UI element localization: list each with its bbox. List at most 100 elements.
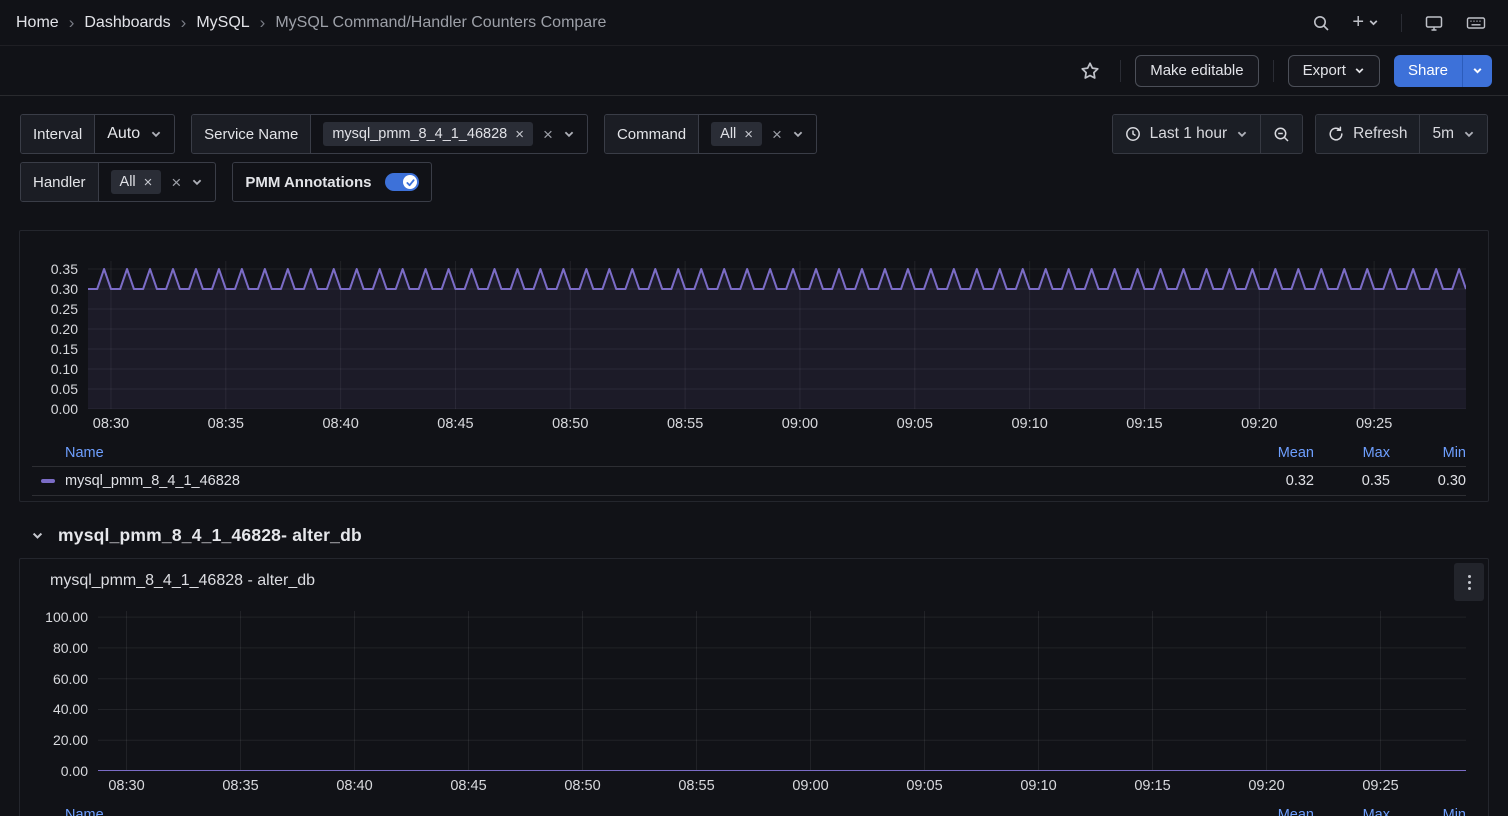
timeseries-chart: 0.350.300.250.200.150.100.050.00 08:3008…: [32, 261, 1466, 439]
interval-select[interactable]: Auto: [95, 115, 174, 153]
y-tick-label: 0.35: [51, 261, 78, 277]
x-tick-label: 09:00: [782, 416, 818, 432]
x-tick-label: 08:40: [322, 416, 358, 432]
x-tick-label: 08:45: [437, 416, 473, 432]
command-select[interactable]: All × ×: [699, 115, 816, 153]
chevron-down-icon: [792, 128, 804, 140]
remove-value-icon[interactable]: ×: [144, 175, 153, 190]
legend-header-mean[interactable]: Mean: [1238, 445, 1314, 461]
x-tick-label: 09:10: [1011, 416, 1047, 432]
x-tick-label: 09:00: [792, 778, 828, 794]
panel-menu-button[interactable]: [1454, 563, 1484, 601]
chevron-down-icon: [1368, 17, 1379, 28]
dashboard-filters: Interval Auto Service Name mysql_pmm_8_4…: [0, 96, 1508, 202]
legend-header-max[interactable]: Max: [1314, 807, 1390, 816]
legend-stat-value: 0.32: [1238, 473, 1314, 489]
panel-header: mysql_pmm_8_4_1_46828 - alter_db: [32, 559, 1466, 603]
x-tick-label: 09:20: [1241, 416, 1277, 432]
time-range-picker[interactable]: Last 1 hour: [1113, 115, 1261, 153]
x-tick-label: 08:40: [336, 778, 372, 794]
service-name-select[interactable]: mysql_pmm_8_4_1_46828 × ×: [311, 115, 587, 153]
breadcrumb-mysql[interactable]: MySQL: [196, 14, 249, 32]
x-tick-label: 08:35: [222, 778, 258, 794]
share-button[interactable]: Share: [1394, 55, 1462, 87]
breadcrumb-dashboards[interactable]: Dashboards: [84, 14, 170, 32]
y-tick-label: 0.25: [51, 301, 78, 317]
chevron-down-icon: [1354, 65, 1365, 76]
search-button[interactable]: [1306, 8, 1336, 38]
breadcrumb-current-page: MySQL Command/Handler Counters Compare: [275, 14, 606, 32]
refresh-button[interactable]: Refresh: [1316, 115, 1419, 153]
share-options-button[interactable]: [1462, 55, 1492, 87]
x-tick-label: 09:20: [1248, 778, 1284, 794]
kiosk-mode-button[interactable]: [1418, 8, 1450, 38]
timeseries-chart: 100.0080.0060.0040.0020.000.00 08:3008:3…: [32, 611, 1466, 801]
filter-service-name: Service Name mysql_pmm_8_4_1_46828 × ×: [191, 114, 588, 154]
divider: [1401, 14, 1402, 32]
legend-stat-value: 0.30: [1390, 473, 1466, 489]
y-tick-label: 0.00: [61, 763, 88, 779]
plus-icon: +: [1352, 11, 1364, 34]
x-tick-label: 09:15: [1126, 416, 1162, 432]
export-button[interactable]: Export: [1288, 55, 1380, 87]
clear-selection-icon[interactable]: ×: [171, 174, 181, 191]
legend-header-name[interactable]: Name: [65, 445, 104, 461]
legend-header-name[interactable]: Name: [65, 807, 104, 816]
keyboard-shortcuts-button[interactable]: [1460, 9, 1492, 37]
handler-select[interactable]: All × ×: [99, 163, 216, 201]
star-icon: [1080, 61, 1100, 81]
breadcrumb-home[interactable]: Home: [16, 14, 59, 32]
section-title: mysql_pmm_8_4_1_46828- alter_db: [58, 525, 362, 546]
filter-command: Command All × ×: [604, 114, 817, 154]
y-tick-label: 0.30: [51, 281, 78, 297]
y-tick-label: 60.00: [53, 671, 88, 687]
legend-series-name[interactable]: mysql_pmm_8_4_1_46828: [65, 473, 240, 489]
search-icon: [1312, 14, 1330, 32]
line-chart-svg: [88, 261, 1466, 409]
x-tick-label: 09:25: [1356, 416, 1392, 432]
add-new-button[interactable]: +: [1346, 5, 1385, 40]
x-tick-label: 08:50: [552, 416, 588, 432]
chart-plot-area[interactable]: [98, 611, 1466, 771]
x-tick-label: 09:05: [897, 416, 933, 432]
refresh-interval-dropdown[interactable]: 5m: [1419, 115, 1487, 153]
share-split-button: Share: [1394, 55, 1492, 87]
x-tick-label: 08:50: [564, 778, 600, 794]
clear-selection-icon[interactable]: ×: [772, 126, 782, 143]
y-tick-label: 100.00: [45, 609, 88, 625]
x-tick-label: 08:30: [108, 778, 144, 794]
x-tick-label: 09:10: [1020, 778, 1056, 794]
filter-pmm-annotations: PMM Annotations: [232, 162, 432, 202]
breadcrumb-separator-icon: ›: [260, 13, 266, 33]
remove-value-icon[interactable]: ×: [515, 127, 524, 142]
legend-header-mean[interactable]: Mean: [1238, 807, 1314, 816]
x-tick-label: 09:15: [1134, 778, 1170, 794]
y-tick-label: 20.00: [53, 732, 88, 748]
legend-header-max[interactable]: Max: [1314, 445, 1390, 461]
zoom-out-time-button[interactable]: [1260, 115, 1302, 153]
chevron-down-icon: [31, 529, 44, 542]
y-tick-label: 0.10: [51, 361, 78, 377]
legend-separator: [32, 495, 1466, 496]
y-axis: 0.350.300.250.200.150.100.050.00: [32, 261, 88, 409]
y-tick-label: 0.05: [51, 381, 78, 397]
monitor-icon: [1424, 14, 1444, 32]
legend-header-min[interactable]: Min: [1390, 807, 1466, 816]
legend-header-min[interactable]: Min: [1390, 445, 1466, 461]
chart-legend: Name MeanMaxMin mysql_pmm_8_4_1_46828 0.32 0…: [32, 441, 1466, 496]
row-section-header[interactable]: mysql_pmm_8_4_1_46828- alter_db: [31, 520, 1489, 550]
line-chart-svg: [98, 611, 1466, 771]
chart-plot-area[interactable]: [88, 261, 1466, 409]
remove-value-icon[interactable]: ×: [744, 127, 753, 142]
top-nav-bar: Home › Dashboards › MySQL › MySQL Comman…: [0, 0, 1508, 46]
make-editable-button[interactable]: Make editable: [1135, 55, 1258, 87]
dashboard-canvas: 0.350.300.250.200.150.100.050.00 08:3008…: [0, 210, 1508, 816]
clear-selection-icon[interactable]: ×: [543, 126, 553, 143]
pmm-annotations-toggle[interactable]: [385, 173, 419, 191]
x-tick-label: 08:45: [450, 778, 486, 794]
legend-row: mysql_pmm_8_4_1_468280.320.350.30: [32, 467, 1466, 494]
filter-handler: Handler All × ×: [20, 162, 216, 202]
favorite-star-button[interactable]: [1074, 55, 1106, 87]
clock-icon: [1125, 126, 1141, 142]
x-tick-label: 08:35: [208, 416, 244, 432]
